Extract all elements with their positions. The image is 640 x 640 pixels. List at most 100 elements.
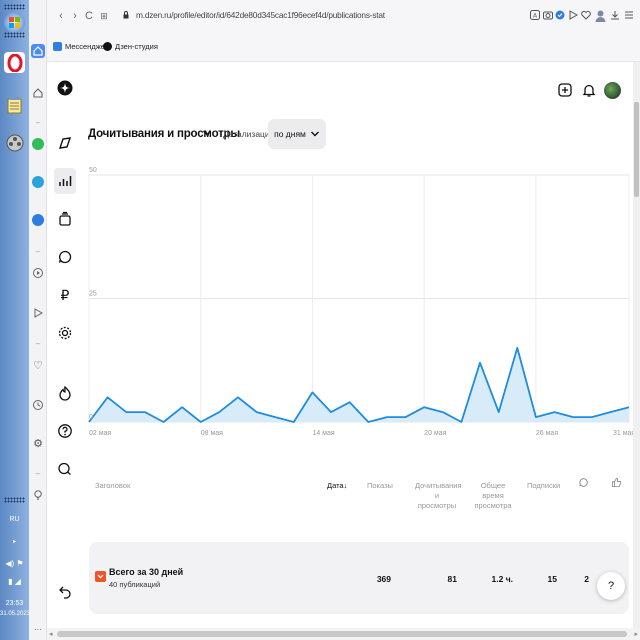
bookmark-dzen-studio[interactable]: Дзен-студия — [103, 40, 158, 52]
statistics-icon[interactable] — [54, 168, 76, 194]
horizontal-scrollbar[interactable]: ◂ ▸ — [47, 628, 640, 640]
back-icon[interactable]: ‹ — [55, 9, 67, 23]
comments-column-icon[interactable] — [578, 477, 589, 491]
camera-icon[interactable] — [543, 10, 553, 20]
detail-select[interactable]: по дням — [268, 119, 326, 149]
tabs-grid-icon[interactable]: ⊞ — [98, 9, 110, 23]
likes-column-icon[interactable] — [611, 477, 622, 491]
separator-dash: – — [35, 117, 41, 127]
column-header-watch-time[interactable]: Общее время просмотра — [471, 481, 515, 511]
scroll-right-icon[interactable]: ▸ — [634, 630, 638, 638]
scroll-left-icon[interactable]: ◂ — [49, 630, 53, 638]
taskbar-grip[interactable] — [4, 497, 25, 503]
sort-arrow-icon: ↓ — [343, 481, 348, 490]
forward-icon[interactable]: › — [69, 9, 81, 23]
vk-icon[interactable] — [32, 214, 44, 226]
bookmark-label: Дзен-студия — [115, 41, 158, 51]
messenger-icon — [53, 41, 62, 51]
total-shows: 369 — [376, 574, 391, 584]
publications-icon[interactable] — [56, 134, 74, 152]
heart-icon[interactable]: ♡ — [31, 358, 45, 372]
back-arrow-icon[interactable] — [56, 582, 74, 600]
total-comments: 2 — [584, 574, 589, 584]
telegram-icon[interactable] — [32, 176, 44, 188]
notifications-bell-icon[interactable] — [580, 81, 598, 99]
dzen-logo-icon[interactable] — [56, 79, 74, 97]
drafts-icon[interactable] — [56, 210, 74, 228]
whatsapp-icon[interactable] — [32, 138, 44, 150]
separator-dash: – — [35, 468, 41, 478]
network-icon[interactable]: ▮ ◢ — [0, 578, 29, 586]
profile-icon[interactable] — [595, 10, 606, 22]
volume-icon[interactable]: ◀) ⚑ — [0, 560, 29, 568]
x-tick-label: 14 мая — [312, 430, 334, 437]
film-reel-icon[interactable] — [4, 132, 25, 153]
y-tick-label: 0 — [89, 414, 93, 421]
detail-select-value: по дням — [274, 129, 306, 139]
taskbar-grip[interactable] — [4, 4, 25, 10]
column-header-subscriptions[interactable]: Подписки — [527, 481, 560, 491]
translate-icon[interactable]: A — [530, 10, 540, 20]
campaigns-icon[interactable] — [56, 384, 74, 402]
play-icon[interactable] — [31, 306, 45, 320]
column-header-date-label: Дата — [327, 481, 344, 490]
expand-arrow-icon[interactable] — [95, 571, 106, 582]
comments-icon[interactable] — [56, 248, 74, 266]
music-icon[interactable] — [31, 266, 45, 280]
column-header-title[interactable]: Заголовок — [95, 481, 130, 491]
start-icon[interactable] — [4, 12, 25, 33]
lock-icon[interactable] — [123, 11, 129, 19]
bookmark-messenger[interactable]: Мессенджер — [53, 40, 109, 52]
reads-views-chart: 0 25 50 02 мая 08 мая 14 мая 20 мая 26 мая 31 м… — [88, 167, 633, 437]
history-icon[interactable] — [31, 398, 45, 412]
monetization-icon[interactable]: ₽ — [56, 286, 74, 304]
x-tick-label: 20 мая — [424, 430, 446, 437]
clock-date[interactable]: 31.05.2023 — [0, 610, 30, 618]
home-icon[interactable] — [31, 44, 45, 58]
opera-taskbar-icon[interactable] — [4, 52, 25, 73]
chart-series-line — [88, 347, 630, 423]
x-tick-label: 31 мая — [613, 430, 633, 437]
lightbulb-icon[interactable] — [31, 488, 45, 502]
reload-icon[interactable]: C — [83, 9, 95, 23]
svg-text:A: A — [533, 13, 538, 20]
settings-icon[interactable]: ⚙ — [31, 436, 45, 450]
player-icon[interactable] — [568, 10, 578, 20]
vertical-scroll-thumb[interactable] — [634, 102, 639, 197]
total-title: Всего за 30 дней — [109, 567, 184, 577]
horizontal-scroll-thumb[interactable] — [57, 631, 627, 637]
tray-expand-icon[interactable]: ▸ — [0, 538, 29, 546]
chevron-down-icon[interactable] — [202, 128, 212, 141]
create-icon[interactable] — [556, 81, 574, 99]
column-header-shows[interactable]: Показы — [367, 481, 393, 491]
clock-time[interactable]: 23:53 — [0, 600, 29, 608]
menu-icon[interactable] — [624, 10, 634, 20]
total-reads: 81 — [447, 574, 457, 584]
address-bar[interactable]: m.dzen.ru/profile/editor/id/642de80d345c… — [136, 10, 385, 20]
language-indicator[interactable]: RU — [0, 516, 29, 524]
studio-topbar-actions — [556, 78, 621, 102]
avatar[interactable] — [604, 81, 621, 99]
y-tick-label: 25 — [89, 291, 97, 298]
help-button[interactable]: ? — [597, 572, 625, 600]
help-icon[interactable] — [56, 422, 74, 440]
home-outline-icon[interactable] — [31, 86, 45, 100]
favorites-icon[interactable] — [581, 10, 591, 20]
vertical-scrollbar[interactable] — [633, 62, 640, 628]
notepad-icon[interactable] — [4, 94, 25, 115]
y-tick-label: 50 — [89, 167, 97, 174]
settings-gear-icon[interactable] — [56, 324, 74, 342]
vpn-badge-icon[interactable] — [555, 10, 565, 20]
download-icon[interactable] — [610, 10, 620, 20]
more-icon[interactable]: ··· — [31, 622, 45, 636]
table-header: Заголовок Дата↓ Показы Дочитывания и про… — [47, 477, 633, 510]
total-summary-row[interactable]: Всего за 30 дней 40 публикаций 369 81 1.… — [89, 542, 629, 614]
studio-sidebar: ₽ — [47, 62, 85, 628]
taskbar-grip[interactable] — [4, 32, 25, 38]
x-tick-label: 26 мая — [536, 430, 558, 437]
column-header-date[interactable]: Дата↓ — [327, 481, 347, 491]
chat-support-icon[interactable] — [56, 460, 74, 478]
column-header-reads[interactable]: Дочитывания и просмотры — [415, 481, 462, 511]
page-title[interactable]: Дочитывания и просмотры — [88, 128, 240, 140]
total-publications-count: 40 публикаций — [109, 580, 161, 589]
